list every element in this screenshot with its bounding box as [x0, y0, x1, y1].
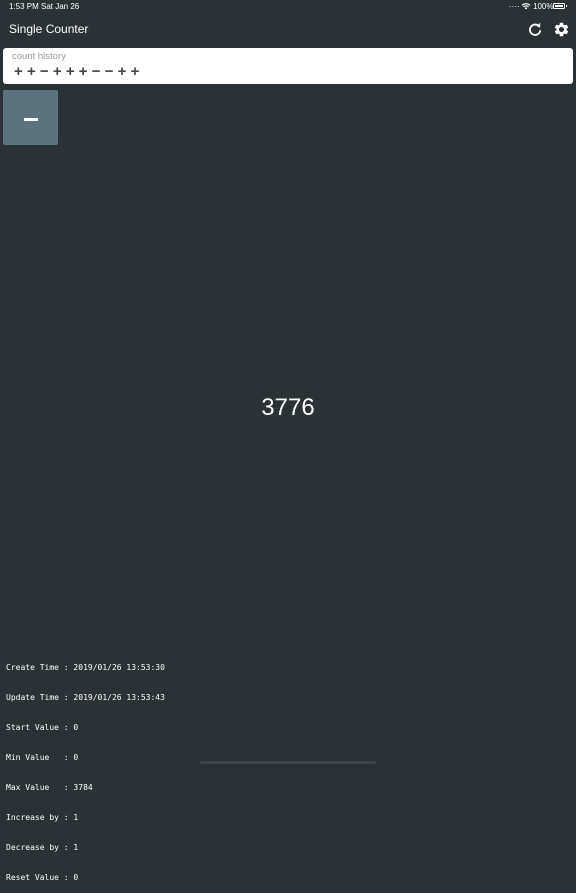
info-reset-value: Reset Value : 0	[6, 873, 79, 882]
info-decrease-by: Decrease by : 1	[6, 843, 79, 852]
status-date: Sat Jan 26	[41, 2, 80, 11]
battery-percent: 100%	[533, 2, 554, 11]
count-history-panel: count history ++−+++−−++	[3, 48, 573, 84]
status-bar: 1:53 PM Sat Jan 26 .... 100%	[0, 0, 576, 14]
counter-value[interactable]: 3776	[0, 394, 576, 422]
info-start-value: Start Value : 0	[6, 723, 79, 732]
wifi-icon	[521, 2, 531, 12]
gear-icon[interactable]	[553, 21, 570, 38]
battery-icon	[553, 3, 567, 9]
minus-icon	[24, 118, 38, 121]
info-increase-by: Increase by : 1	[6, 813, 79, 822]
info-create-time: Create Time : 2019/01/26 13:53:30	[6, 663, 165, 672]
count-history-symbols: ++−+++−−++	[14, 63, 144, 80]
home-indicator[interactable]	[200, 761, 376, 764]
decrement-button[interactable]	[3, 90, 58, 145]
info-max-value: Max Value : 3784	[6, 783, 93, 792]
counter-info: Create Time : 2019/01/26 13:53:30 Update…	[6, 643, 165, 893]
signal-dots: ....	[509, 0, 520, 9]
page-title: Single Counter	[9, 22, 89, 36]
count-history-label: count history	[12, 51, 66, 62]
info-update-time: Update Time : 2019/01/26 13:53:43	[6, 693, 165, 702]
info-min-value: Min Value : 0	[6, 753, 79, 762]
refresh-icon[interactable]	[527, 22, 543, 38]
status-time: 1:53 PM	[9, 2, 39, 11]
